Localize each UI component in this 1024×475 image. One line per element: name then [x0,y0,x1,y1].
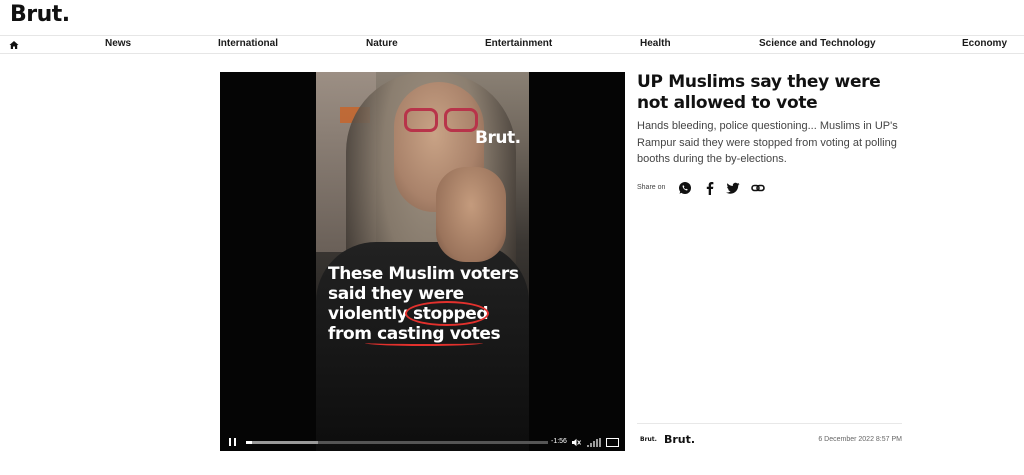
highlight-underline [365,340,483,346]
progress-buffer [246,441,319,444]
nav-item-science-and-technology[interactable]: Science and Technology [759,38,876,49]
top-bar: Brut. [0,0,1024,35]
caption-line: said they were [328,284,464,304]
caption-line: These Muslim voters [328,264,519,284]
pause-icon[interactable] [229,438,236,446]
nav-item-health[interactable]: Health [640,38,671,49]
channel-name[interactable]: Brut. [664,433,695,446]
glasses-graphic [404,108,480,134]
nav-item-international[interactable]: International [218,38,278,49]
link-icon[interactable] [751,181,765,195]
share-label: Share on [637,184,666,191]
brut-logo[interactable]: Brut. [10,2,70,27]
nav-item-nature[interactable]: Nature [366,38,398,49]
article-description: Hands bleeding, police questioning... Mu… [637,120,898,165]
time-remaining: -1:56 [551,438,567,445]
channel-avatar-logo[interactable]: Brut. [640,436,657,443]
progress-fill [246,441,253,444]
signal-quality-icon[interactable] [587,438,601,447]
article-title: UP Muslims say they were not allowed to … [637,72,881,113]
nav-item-entertainment[interactable]: Entertainment [485,38,552,49]
whatsapp-icon[interactable] [678,181,692,195]
nav-item-economy[interactable]: Economy [962,38,1007,49]
mute-icon[interactable] [572,438,581,447]
home-icon[interactable] [9,40,19,50]
progress-bar[interactable] [246,441,548,444]
main-nav: News International Nature Entertainment … [0,35,1024,54]
video-player[interactable]: Brut. These Muslim voters said they were… [220,72,625,451]
divider [637,423,902,424]
twitter-icon[interactable] [726,181,740,195]
fullscreen-icon[interactable] [606,438,619,447]
video-controls: -1:56 [220,433,625,451]
publish-date: 6 December 2022 8:57 PM [818,436,902,443]
facebook-icon[interactable] [703,181,717,195]
video-watermark: Brut. [475,128,521,148]
nav-item-news[interactable]: News [105,38,131,49]
highlight-circle [405,301,489,326]
